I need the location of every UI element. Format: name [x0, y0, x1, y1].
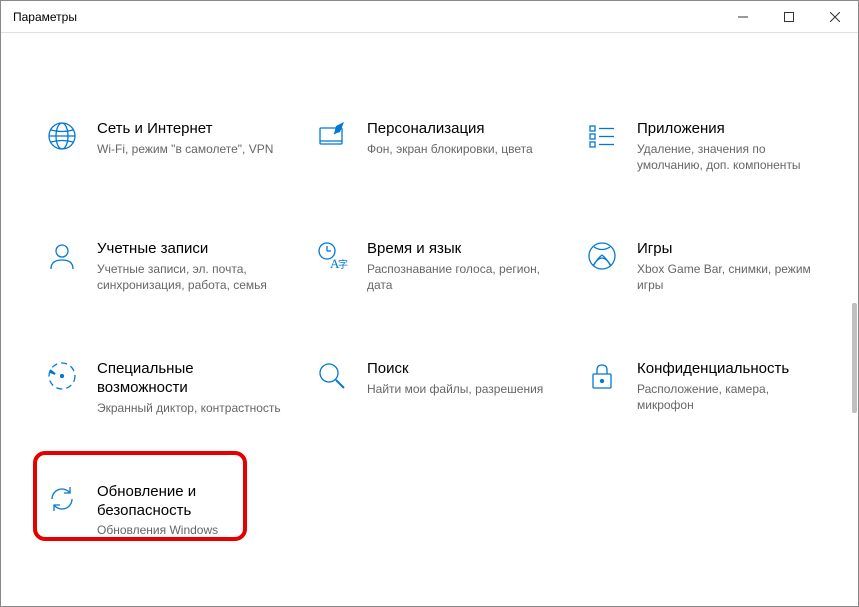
tile-gaming[interactable]: Игры Xbox Game Bar, снимки, режим игры [579, 231, 834, 301]
tile-apps[interactable]: Приложения Удаление, значения по умолчан… [579, 111, 834, 181]
tile-desc: Расположение, камера, микрофон [637, 381, 828, 413]
tile-desc: Удаление, значения по умолчанию, доп. ко… [637, 141, 828, 173]
tile-title: Сеть и Интернет [97, 120, 288, 139]
window-controls [720, 1, 858, 33]
vertical-scrollbar[interactable] [852, 303, 857, 413]
tile-desc: Экранный диктор, контрастность [97, 400, 288, 416]
tile-network-internet[interactable]: Сеть и Интернет Wi-Fi, режим "в самолете… [39, 111, 294, 181]
tile-desc: Xbox Game Bar, снимки, режим игры [637, 261, 828, 293]
search-icon [315, 359, 349, 393]
tile-time-language[interactable]: A 字 Время и язык Распознавание голоса, р… [309, 231, 564, 301]
tile-title: Специальные возможности [97, 360, 288, 398]
apps-list-icon [585, 119, 619, 153]
xbox-icon [585, 239, 619, 273]
tile-title: Игры [637, 240, 828, 259]
globe-icon [45, 119, 79, 153]
maximize-button[interactable] [766, 1, 812, 33]
minimize-button[interactable] [720, 1, 766, 33]
settings-grid: Сеть и Интернет Wi-Fi, режим "в самолете… [1, 33, 858, 567]
tile-desc: Обновления Windows [97, 522, 288, 538]
lock-icon [585, 359, 619, 393]
tile-desc: Wi-Fi, режим "в самолете", VPN [97, 141, 288, 157]
tile-title: Приложения [637, 120, 828, 139]
tile-desc: Распознавание голоса, регион, дата [367, 261, 558, 293]
titlebar: Параметры [1, 1, 858, 33]
time-language-icon: A 字 [315, 239, 349, 273]
svg-text:字: 字 [338, 258, 348, 271]
tile-update-security[interactable]: Обновление и безопасность Обновления Win… [39, 474, 294, 547]
sync-icon [45, 482, 79, 516]
accessibility-icon [45, 359, 79, 393]
close-button[interactable] [812, 1, 858, 33]
tile-desc: Найти мои файлы, разрешения [367, 381, 558, 397]
tile-desc: Учетные записи, эл. почта, синхронизация… [97, 261, 288, 293]
tile-title: Время и язык [367, 240, 558, 259]
tile-accounts[interactable]: Учетные записи Учетные записи, эл. почта… [39, 231, 294, 301]
person-icon [45, 239, 79, 273]
tile-title: Конфиденциальность [637, 360, 828, 379]
tile-desc: Фон, экран блокировки, цвета [367, 141, 558, 157]
tile-personalization[interactable]: Персонализация Фон, экран блокировки, цв… [309, 111, 564, 181]
paintbrush-icon [315, 119, 349, 153]
window-title: Параметры [1, 10, 720, 24]
tile-title: Обновление и безопасность [97, 483, 288, 521]
tile-title: Поиск [367, 360, 558, 379]
tile-search[interactable]: Поиск Найти мои файлы, разрешения [309, 351, 564, 424]
content-area: Сеть и Интернет Wi-Fi, режим "в самолете… [1, 33, 858, 606]
tile-title: Учетные записи [97, 240, 288, 259]
tile-title: Персонализация [367, 120, 558, 139]
tile-privacy[interactable]: Конфиденциальность Расположение, камера,… [579, 351, 834, 424]
tile-ease-of-access[interactable]: Специальные возможности Экранный диктор,… [39, 351, 294, 424]
